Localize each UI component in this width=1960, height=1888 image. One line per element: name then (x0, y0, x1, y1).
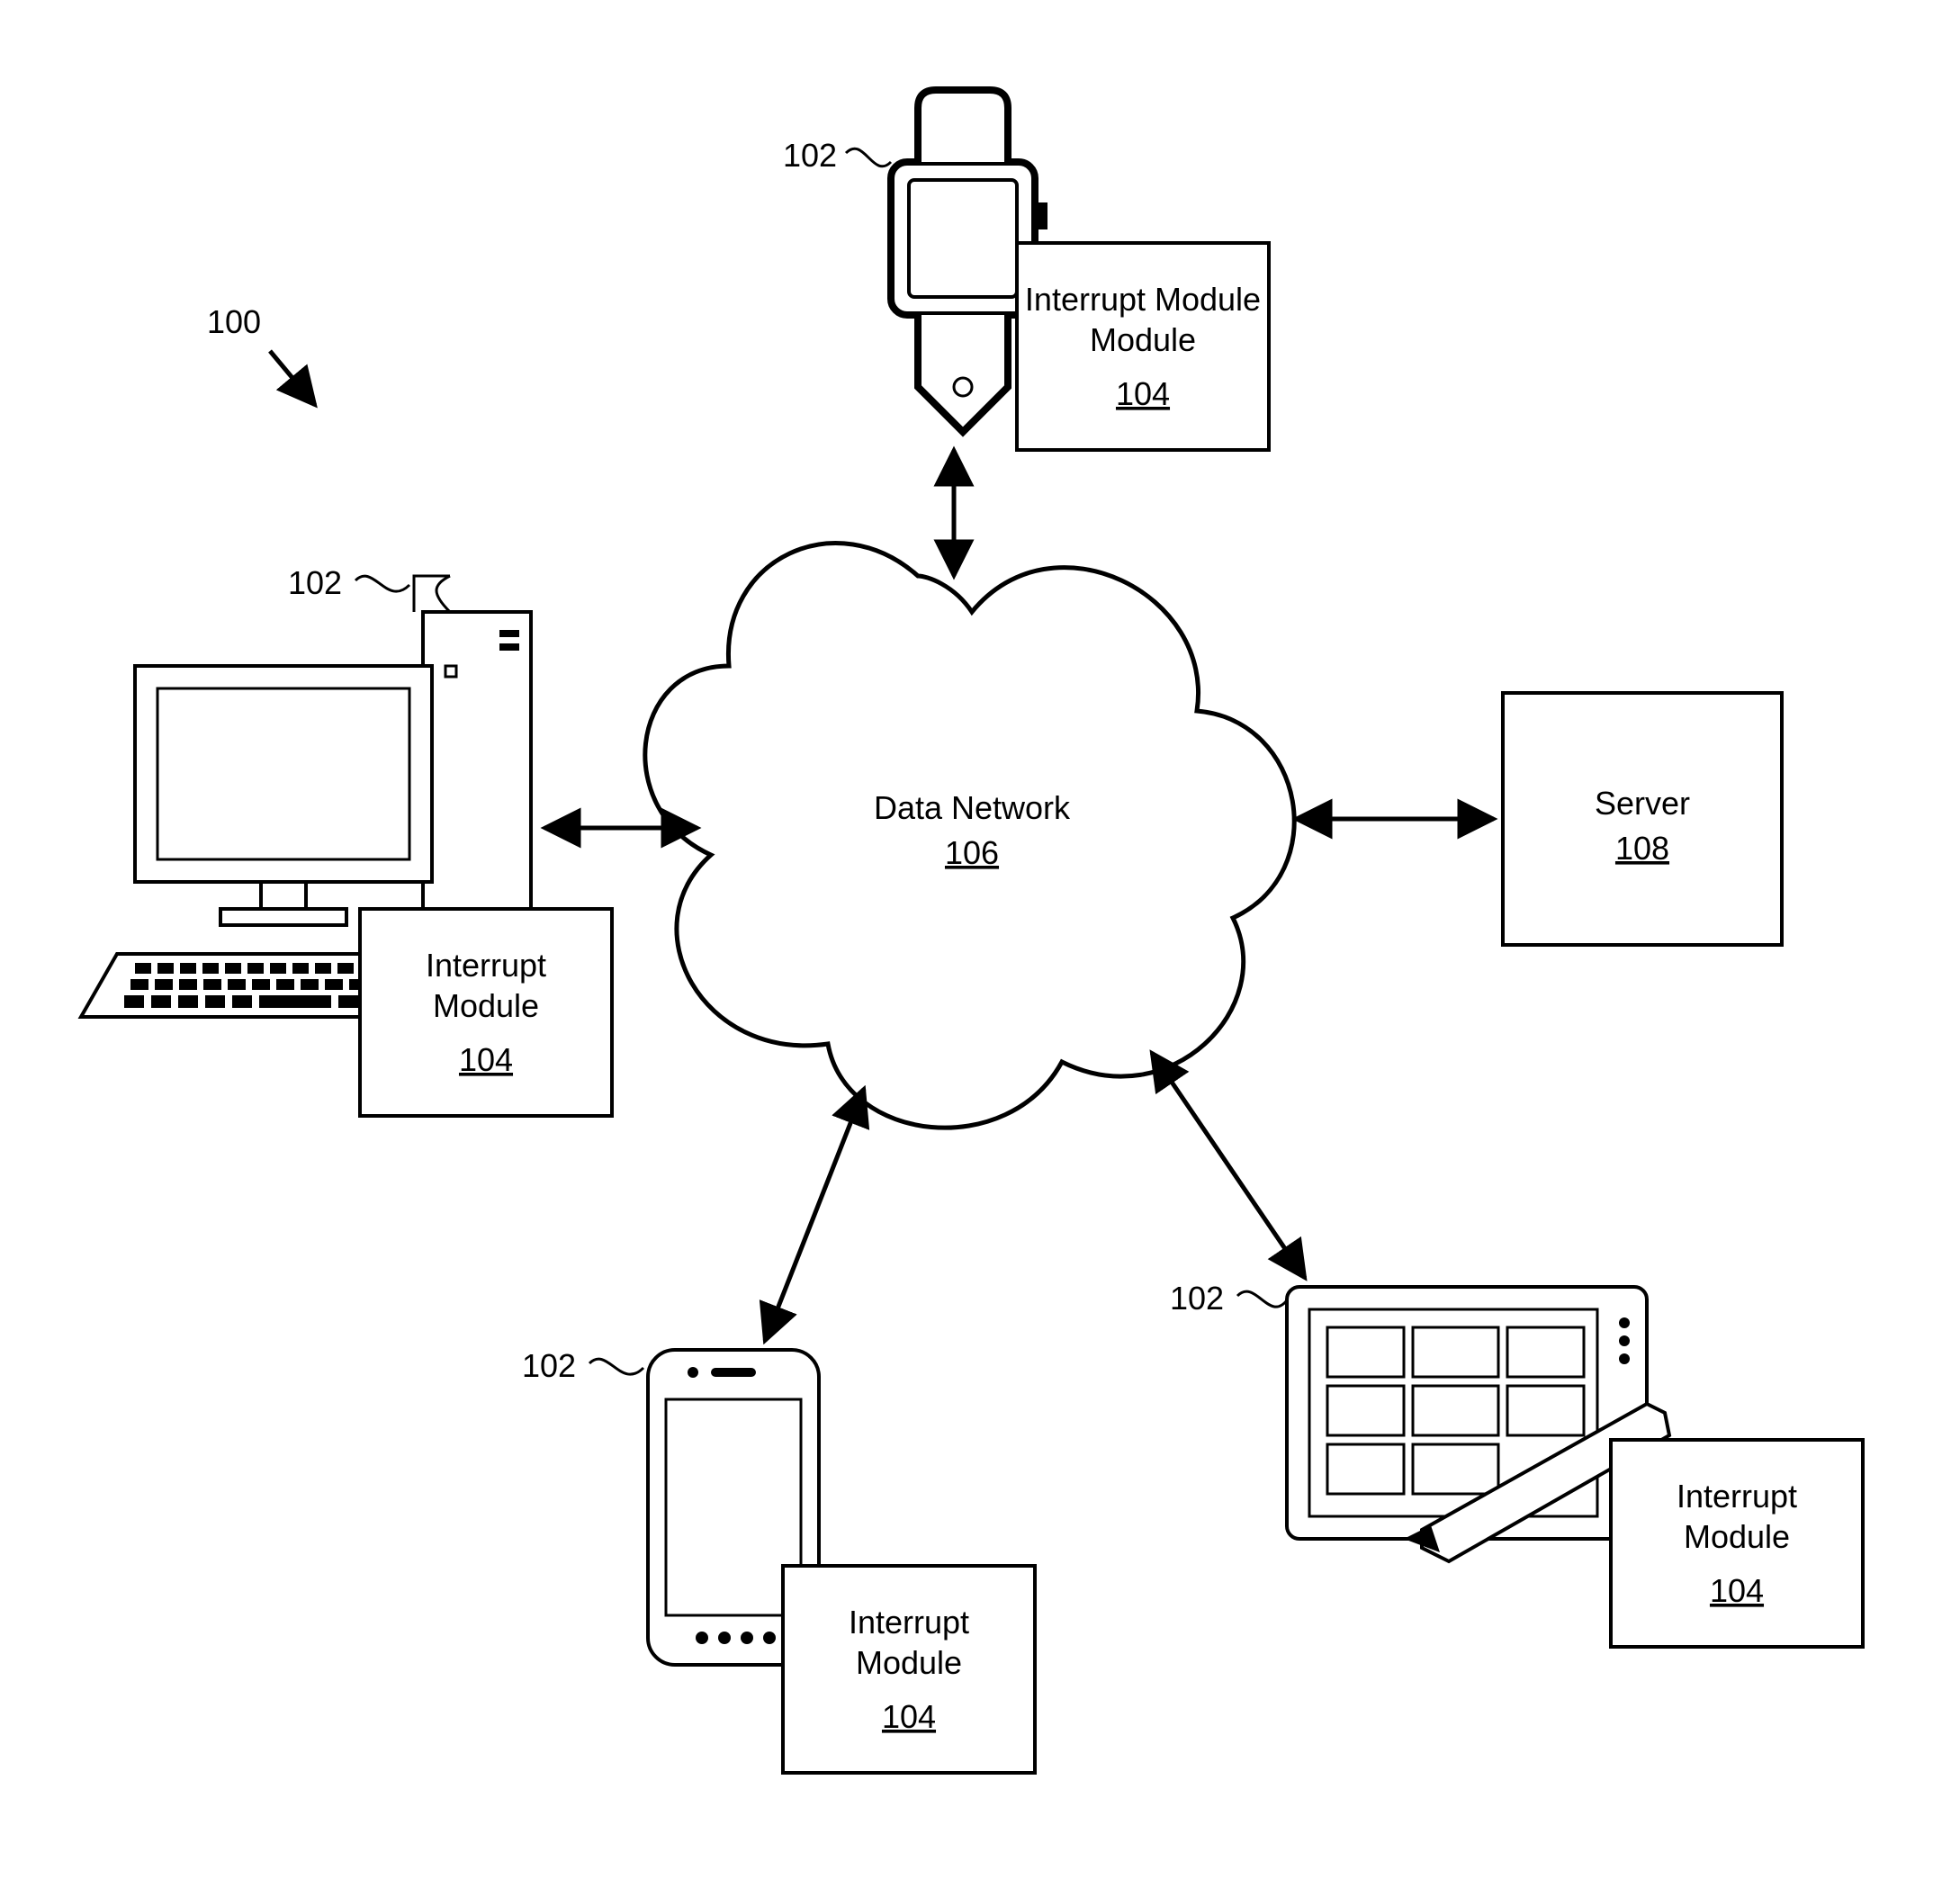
svg-text:Interrupt Module: Interrupt Module (1025, 281, 1261, 318)
device-tablet: 102 Interrupt Module 104 (1170, 1280, 1863, 1647)
watch-module-box: Interrupt Module Module 104 (1017, 243, 1269, 450)
watch-ref: 102 (783, 137, 837, 174)
watch-module-ref: 104 (1116, 375, 1170, 412)
cloud-data-network: Data Network 106 (645, 544, 1294, 1128)
device-smartwatch: 102 Interrupt Module Module 104 (783, 90, 1269, 450)
device-desktop: 102 Interrupt Module 104 (81, 564, 612, 1116)
phone-module-box: Interrupt Module 104 (783, 1566, 1035, 1773)
svg-text:Module: Module (1684, 1518, 1790, 1555)
server-box: Server 108 (1503, 693, 1782, 945)
system-ref-label: 100 (207, 303, 315, 405)
cloud-title: Data Network (874, 789, 1071, 826)
desktop-ref: 102 (288, 564, 342, 601)
device-smartphone: 102 Interrupt Module 104 (522, 1347, 1035, 1773)
tablet-module-box: Interrupt Module 104 (1611, 1440, 1863, 1647)
phone-ref: 102 (522, 1347, 576, 1384)
svg-text:Interrupt: Interrupt (849, 1604, 969, 1641)
arrow-tablet-cloud (1152, 1053, 1305, 1278)
cloud-ref: 106 (945, 834, 999, 871)
svg-text:Module: Module (856, 1644, 962, 1681)
tablet-ref: 102 (1170, 1280, 1224, 1317)
svg-text:Module: Module (1090, 321, 1196, 358)
system-ref-text: 100 (207, 303, 261, 340)
svg-text:Interrupt: Interrupt (1677, 1478, 1797, 1515)
desktop-module-ref: 104 (459, 1041, 513, 1078)
server-ref: 108 (1615, 830, 1669, 867)
tablet-module-ref: 104 (1710, 1572, 1764, 1609)
svg-text:Interrupt: Interrupt (426, 947, 546, 984)
desktop-module-box: Interrupt Module 104 (360, 909, 612, 1116)
svg-text:Module: Module (433, 987, 539, 1024)
server-title: Server (1595, 785, 1690, 822)
arrow-phone-cloud (765, 1089, 864, 1341)
phone-module-ref: 104 (882, 1698, 936, 1735)
system-diagram: 100 Data Network 106 Server 108 102 In (0, 0, 1960, 1888)
